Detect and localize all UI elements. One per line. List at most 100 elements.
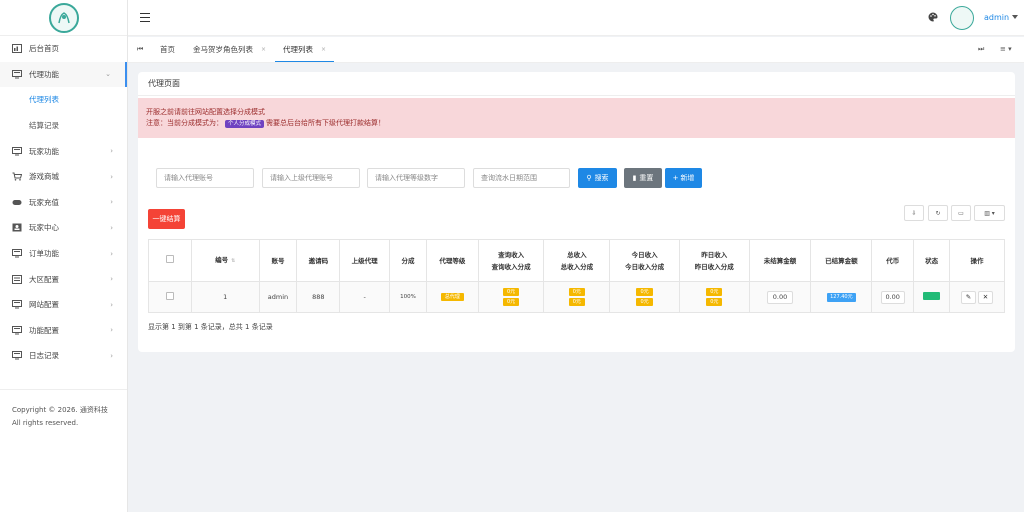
col-ops: 操作 bbox=[949, 239, 1005, 282]
tab-agent-list[interactable]: 代理列表 × bbox=[275, 37, 335, 62]
col-label: 今日收入分成 bbox=[625, 262, 665, 271]
monitor-icon bbox=[12, 351, 22, 360]
sidebar-item-site-config[interactable]: 网站配置 › bbox=[0, 292, 127, 318]
income-badge: 0元 bbox=[503, 298, 520, 306]
settled-badge: 127.40元 bbox=[827, 293, 856, 302]
dashboard-icon bbox=[12, 44, 22, 54]
chevron-down-icon: ⌄ bbox=[105, 70, 111, 79]
chevron-right-icon: › bbox=[110, 249, 113, 258]
col-status: 状态 bbox=[913, 239, 951, 282]
tab-role-list[interactable]: 金马贺岁角色列表 × bbox=[193, 37, 266, 62]
coin-input[interactable]: 0.00 bbox=[880, 290, 905, 304]
sidebar-subitem-settle-records[interactable]: 结算记录 bbox=[0, 113, 127, 139]
top-header: admin bbox=[128, 0, 1024, 36]
cell-level: 总代理 bbox=[425, 281, 479, 313]
copyright: Copyright © 2026. 通资科技 All rights reserv… bbox=[0, 389, 127, 444]
col-invite: 邀请码 bbox=[296, 239, 341, 282]
tab-menu-icon[interactable]: ≡ ▾ bbox=[1000, 45, 1012, 53]
cell-query-income: 0元 0元 bbox=[477, 281, 545, 313]
sidebar-item-func-config[interactable]: 功能配置 › bbox=[0, 318, 127, 344]
col-label: 总收入分成 bbox=[560, 262, 594, 271]
settle-all-button[interactable]: 一键结算 bbox=[148, 209, 185, 229]
refresh-icon[interactable]: ↻ bbox=[928, 205, 948, 221]
sidebar-item-agent[interactable]: 代理功能 ⌄ bbox=[0, 61, 127, 88]
edit-icon[interactable]: ✎ bbox=[961, 290, 977, 304]
agent-level-input[interactable]: 请输入代理等级数字 bbox=[367, 168, 465, 188]
plus-icon: + bbox=[672, 174, 679, 182]
tab-label: 首页 bbox=[160, 45, 175, 54]
user-name[interactable]: admin bbox=[984, 13, 1009, 22]
search-button[interactable]: ⚲ 搜索 bbox=[578, 168, 617, 188]
monitor-icon bbox=[12, 146, 22, 156]
col-total-income: 总收入 总收入分成 bbox=[543, 239, 611, 282]
sidebar-item-label: 玩家充值 bbox=[29, 197, 59, 207]
income-badge: 0元 bbox=[636, 288, 653, 296]
sort-icon[interactable]: ⇅ bbox=[231, 258, 235, 264]
col-today-income: 今日收入 今日收入分成 bbox=[609, 239, 680, 282]
sidebar-item-player[interactable]: 玩家功能 › bbox=[0, 138, 127, 164]
logo[interactable] bbox=[48, 2, 79, 33]
add-button[interactable]: + 新增 bbox=[665, 168, 702, 188]
sidebar: 后台首页 代理功能 ⌄ 代理列表 结算记录 玩家功能 › 游戏商城 › 玩家充值… bbox=[0, 0, 128, 512]
cell-unsettled: 0.00 bbox=[748, 281, 812, 313]
cell-today-income: 0元 0元 bbox=[609, 281, 680, 313]
sidebar-item-region[interactable]: 大区配置 › bbox=[0, 266, 127, 292]
avatar[interactable] bbox=[950, 6, 974, 30]
alert-notice: 开服之前请前往网站配置选择分成模式 注意：当前分成模式为： 个人分成模式 需要总后台… bbox=[138, 98, 1015, 138]
tab-scroll-left-icon[interactable]: ⏮ bbox=[137, 45, 143, 54]
tab-scroll-right-icon[interactable]: ⏭ bbox=[978, 45, 984, 54]
menu-toggle-icon[interactable] bbox=[140, 13, 150, 24]
sidebar-subitem-agent-list[interactable]: 代理列表 bbox=[0, 87, 127, 113]
cell-settled: 127.40元 bbox=[810, 281, 873, 313]
search-icon: ⚲ bbox=[586, 174, 592, 182]
chevron-right-icon: › bbox=[110, 351, 113, 360]
sidebar-item-label: 日志记录 bbox=[29, 351, 59, 361]
sidebar-item-player-center[interactable]: 玩家中心 › bbox=[0, 215, 127, 241]
columns-toggle-icon[interactable]: ▥ ▾ bbox=[974, 205, 1005, 221]
alert-text: 注意：当前分成模式为： bbox=[146, 119, 223, 127]
palette-icon[interactable] bbox=[928, 12, 938, 22]
col-account: 账号 bbox=[258, 239, 298, 282]
monitor-icon bbox=[12, 69, 22, 79]
status-toggle[interactable] bbox=[923, 292, 941, 300]
cell-account: admin bbox=[258, 281, 298, 313]
sidebar-item-shop[interactable]: 游戏商城 › bbox=[0, 164, 127, 190]
agent-table: 编号 ⇅ 账号 邀请码 上级代理 分成 代理等级 查询收入 查询收入分成 总收入 总收… bbox=[148, 239, 1005, 313]
agent-account-input[interactable]: 请输入代理账号 bbox=[156, 168, 254, 188]
export-icon[interactable]: ⇩ bbox=[904, 205, 924, 221]
alert-line: 开服之前请前往网站配置选择分成模式 bbox=[146, 108, 265, 116]
close-icon[interactable]: × bbox=[321, 46, 326, 53]
delete-icon[interactable]: ✕ bbox=[978, 290, 994, 304]
sidebar-item-logs[interactable]: 日志记录 › bbox=[0, 343, 127, 369]
tab-label: 金马贺岁角色列表 bbox=[193, 45, 253, 54]
logo-area bbox=[0, 0, 127, 36]
col-id[interactable]: 编号 ⇅ bbox=[190, 239, 260, 282]
parent-account-input[interactable]: 请输入上级代理账号 bbox=[262, 168, 360, 188]
tab-home[interactable]: 首页 bbox=[160, 37, 175, 62]
gamepad-icon bbox=[12, 198, 22, 207]
date-range-input[interactable]: 查询流水日期范围 bbox=[473, 168, 570, 188]
sidebar-item-dashboard[interactable]: 后台首页 bbox=[0, 36, 127, 62]
col-label: 总收入 bbox=[567, 250, 587, 259]
sidebar-item-orders[interactable]: 订单功能 › bbox=[0, 241, 127, 267]
select-all-checkbox[interactable] bbox=[165, 254, 174, 263]
tab-label: 代理列表 bbox=[283, 44, 313, 54]
income-badge: 0元 bbox=[568, 298, 585, 306]
user-card-icon bbox=[12, 223, 22, 232]
main-card: 代理页面 开服之前请前往网站配置选择分成模式 注意：当前分成模式为： 个人分成模式… bbox=[138, 72, 1015, 352]
reset-button[interactable]: ▮ 重置 bbox=[624, 168, 662, 188]
sidebar-item-recharge[interactable]: 玩家充值 › bbox=[0, 190, 127, 216]
close-icon[interactable]: × bbox=[261, 46, 266, 53]
unsettled-input[interactable]: 0.00 bbox=[767, 290, 794, 304]
button-label: 搜索 bbox=[594, 174, 609, 182]
cell-coin: 0.00 bbox=[871, 281, 915, 313]
row-checkbox[interactable] bbox=[165, 292, 174, 300]
chevron-right-icon: › bbox=[110, 147, 113, 156]
page-title: 代理页面 bbox=[138, 72, 1015, 96]
caret-down-icon[interactable] bbox=[1012, 15, 1018, 19]
alert-line: 注意：当前分成模式为： 个人分成模式 需要总后台给所有下级代理打款结算！ bbox=[146, 118, 1007, 129]
sidebar-item-label: 功能配置 bbox=[29, 325, 59, 335]
sidebar-item-label: 订单功能 bbox=[29, 249, 59, 259]
table-header-row: 编号 ⇅ 账号 邀请码 上级代理 分成 代理等级 查询收入 查询收入分成 总收入 总收… bbox=[148, 239, 1005, 282]
fullscreen-icon[interactable]: ▭ bbox=[951, 205, 971, 221]
